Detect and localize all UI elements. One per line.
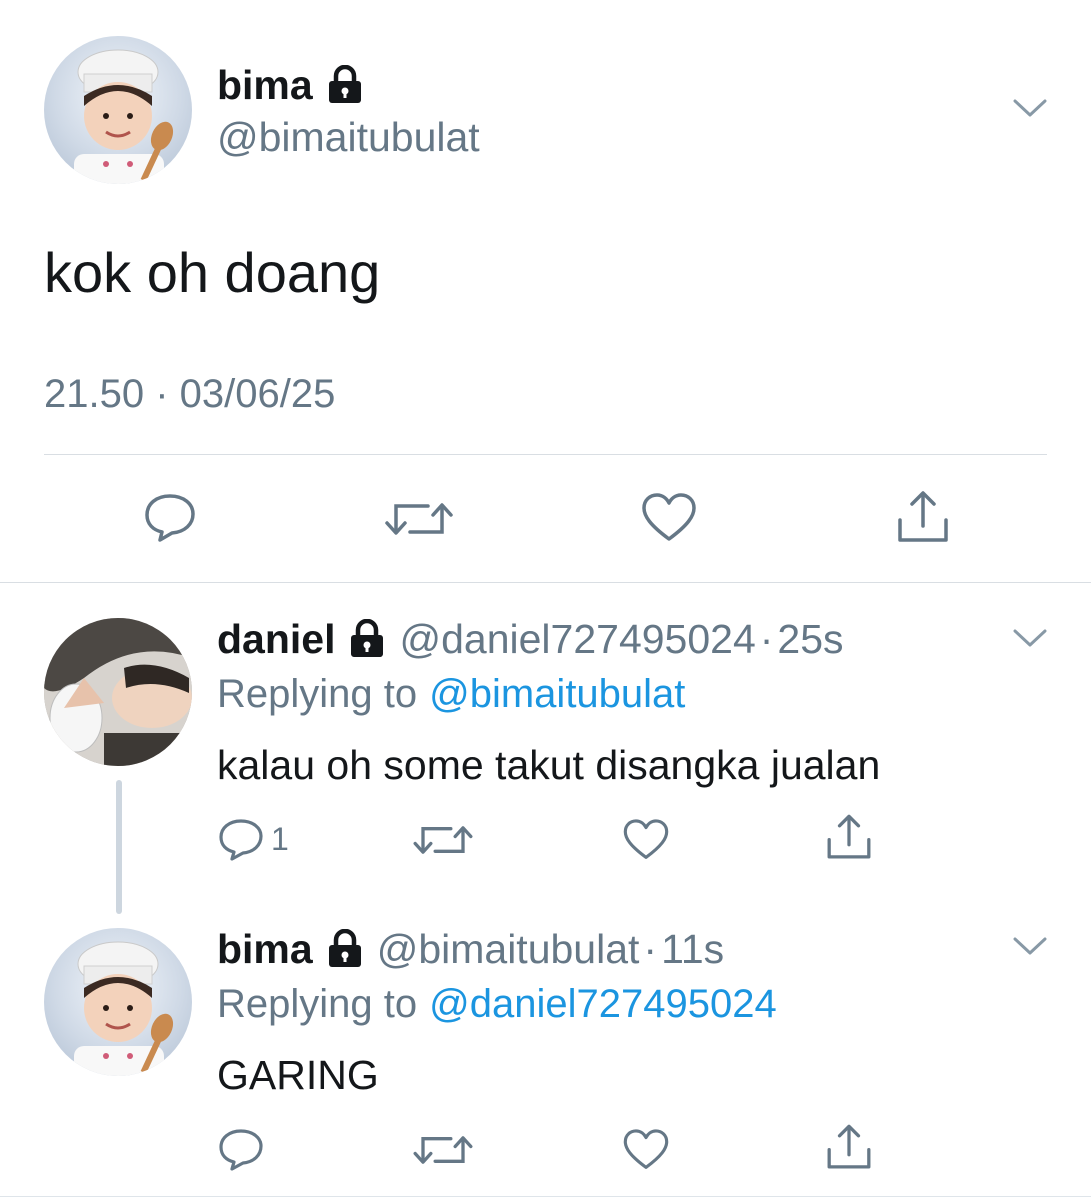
like-icon[interactable] xyxy=(622,1128,670,1172)
avatar-bima[interactable] xyxy=(44,36,192,184)
chevron-down-icon[interactable] xyxy=(1012,934,1048,958)
separator-dot: · xyxy=(759,615,774,662)
tweet-text: kok oh doang xyxy=(44,241,381,304)
retweet-icon[interactable] xyxy=(412,1130,474,1170)
divider xyxy=(44,454,1047,455)
replying-label: Replying to xyxy=(217,982,418,1026)
thread-line xyxy=(116,780,122,914)
avatar-daniel[interactable] xyxy=(44,618,192,766)
author-handle[interactable]: @bimaitubulat xyxy=(377,926,640,973)
lock-icon xyxy=(327,929,363,969)
author-name[interactable]: daniel xyxy=(217,616,335,663)
replying-label: Replying to xyxy=(217,672,418,716)
author-handle[interactable]: @bimaitubulat xyxy=(217,114,480,161)
replying-to-link[interactable]: @daniel727495024 xyxy=(429,982,777,1027)
retweet-icon[interactable] xyxy=(412,820,474,860)
reply-action[interactable]: 1 xyxy=(217,816,289,862)
retweet-icon[interactable] xyxy=(384,496,454,542)
chevron-down-icon[interactable] xyxy=(1012,96,1048,120)
chef-avatar-image xyxy=(74,941,174,1076)
section-divider xyxy=(0,582,1091,583)
share-icon[interactable] xyxy=(894,488,952,546)
share-icon[interactable] xyxy=(824,812,874,862)
like-icon[interactable] xyxy=(640,492,698,544)
author-name[interactable]: bima xyxy=(217,62,313,109)
reply-count: 1 xyxy=(271,820,289,857)
share-icon[interactable] xyxy=(824,1122,874,1172)
lock-icon xyxy=(349,619,385,659)
author-name[interactable]: bima xyxy=(217,926,313,973)
reply-text: kalau oh some takut disangka jualan xyxy=(217,742,881,788)
reply-icon[interactable] xyxy=(217,1126,265,1172)
avatar-bima[interactable] xyxy=(44,928,192,1076)
time-ago[interactable]: 25s xyxy=(777,616,843,663)
separator-dot: · xyxy=(643,925,658,972)
time-ago[interactable]: 11s xyxy=(661,926,724,973)
bottom-divider xyxy=(0,1196,1091,1197)
chef-avatar-image xyxy=(74,49,174,184)
daniel-avatar-image xyxy=(44,618,192,766)
tweet-timestamp[interactable]: 21.50 · 03/06/25 xyxy=(44,372,335,417)
lock-icon xyxy=(327,65,363,105)
like-icon[interactable] xyxy=(622,818,670,862)
chevron-down-icon[interactable] xyxy=(1012,626,1048,650)
reply-icon[interactable] xyxy=(142,490,198,544)
reply-text: GARING xyxy=(217,1052,379,1098)
author-handle[interactable]: @daniel727495024 xyxy=(399,616,755,663)
reply-icon[interactable] xyxy=(217,816,265,862)
replying-to-link[interactable]: @bimaitubulat xyxy=(429,672,685,717)
